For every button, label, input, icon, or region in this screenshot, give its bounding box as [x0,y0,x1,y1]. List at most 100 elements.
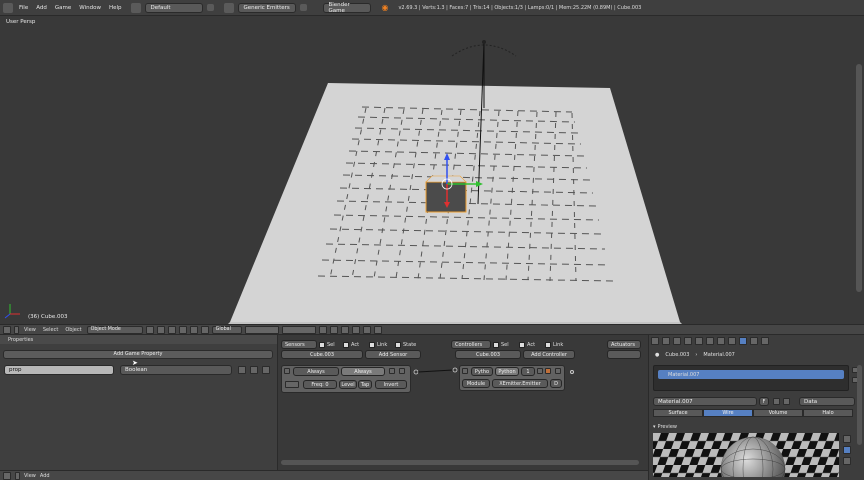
3d-viewport[interactable]: User Persp (36) Cube.003 [0,16,864,324]
object-tab-icon[interactable] [695,337,703,345]
link-data-selector[interactable]: Data [799,397,855,406]
material-slot-item[interactable]: Material.007 [658,370,844,379]
preview-cube-icon[interactable] [843,457,851,465]
controllers-filter-sel[interactable]: Sel [493,340,509,349]
mode-selector[interactable]: Object Mode [86,325,143,334]
editor-type-icon[interactable] [3,325,11,334]
controller-name-field[interactable]: Python [495,367,519,376]
manipulator-icon[interactable] [167,325,176,334]
scene-icon[interactable] [224,2,235,13]
layer-grid-icon[interactable] [244,325,279,334]
sensors-object-button[interactable]: Cube.003 [281,350,363,359]
menu-view[interactable]: View [22,327,38,333]
sensor-invert-toggle[interactable]: Invert [375,380,407,389]
menu-help[interactable]: Help [107,5,124,11]
collapse-menus-icon[interactable] [14,325,19,334]
constraints-tab-icon[interactable] [706,337,714,345]
add-sensor-button[interactable]: Add Sensor [365,350,421,359]
scene-selector[interactable]: Generic Emitters [238,2,297,13]
translate-icon[interactable] [178,325,187,334]
fake-user-button[interactable]: F [759,397,769,406]
menu-file[interactable]: File [17,5,30,11]
controller-state-field[interactable]: 1 [521,367,535,376]
controllers-object-button[interactable]: Cube.003 [455,350,521,359]
close-scene-icon[interactable] [300,4,308,11]
logic-menu-add[interactable]: Add [40,473,50,479]
controller-remove-icon[interactable] [545,368,551,374]
sensor-freq-field[interactable]: Freq: 0 [303,380,337,389]
sensor-name-field[interactable]: Always [341,367,385,376]
data-tab-icon[interactable] [728,337,736,345]
preview-flat-icon[interactable] [843,435,851,443]
sensors-filter-state[interactable]: State [395,340,416,349]
properties-scrollbar[interactable] [857,365,862,445]
toolshelf-scrollbar[interactable] [856,64,862,292]
snap-target-icon[interactable] [351,325,360,334]
controller-module-field[interactable]: XEmitter.Emitter [492,379,548,388]
new-material-icon[interactable] [773,398,780,405]
layers-tab-icon[interactable] [662,337,670,345]
preview-panel-header[interactable]: ▾ Preview [653,422,677,431]
sensors-filter-link[interactable]: Link [369,340,387,349]
sensor-level-toggle[interactable]: Level [339,380,357,389]
controllers-filter-act[interactable]: Act [519,340,535,349]
shading-icon[interactable] [145,325,154,334]
proportional-edit-icon[interactable] [329,325,338,334]
modifiers-tab-icon[interactable] [717,337,725,345]
controller-close-icon[interactable] [555,368,561,374]
sensor-tap-toggle[interactable]: Tap [358,380,372,389]
scene-tab-icon[interactable] [673,337,681,345]
tab-volume[interactable]: Volume [753,409,803,417]
sensor-pin-icon[interactable] [389,368,395,374]
info-editor-icon[interactable] [3,2,13,13]
physics-tab-icon[interactable] [761,337,769,345]
properties-header[interactable]: Properties [0,335,277,344]
controller-pin-icon[interactable] [537,368,543,374]
add-game-property-button[interactable]: Add Game Property [3,350,273,359]
tab-halo[interactable]: Halo [803,409,853,417]
render-engine-selector[interactable]: Blender Game [323,2,372,14]
sensor-type-selector[interactable]: Always [293,367,339,376]
material-slot-list[interactable]: Material.007 [653,365,849,391]
orientation-selector[interactable]: Global [211,325,242,334]
property-value-checkbox[interactable] [238,366,246,374]
menu-object[interactable]: Object [63,327,83,333]
layer-grid-icon-2[interactable] [281,325,316,334]
close-layout-icon[interactable] [207,4,215,11]
material-tab-icon[interactable] [739,337,747,345]
controller-mode-selector[interactable]: Module [462,379,490,388]
sensors-menu[interactable]: Sensors [281,340,317,349]
preview-sphere-icon[interactable] [843,446,851,454]
menu-window[interactable]: Window [77,5,103,11]
screen-layout-icon[interactable] [131,2,142,13]
logic-menu-view[interactable]: View [24,473,36,479]
lock-icon[interactable] [318,325,327,334]
add-controller-button[interactable]: Add Controller [523,350,575,359]
pivot-icon[interactable] [156,325,165,334]
sensor-collapse-icon[interactable] [284,368,290,374]
controller-debug-toggle[interactable]: D [550,379,562,388]
sensor-pulse-icon[interactable] [285,381,299,388]
actuators-object-button[interactable] [607,350,641,359]
controller-collapse-icon[interactable] [462,368,468,374]
logic-editor-type-icon[interactable] [3,471,11,480]
controller-type-selector[interactable]: Pytho [471,367,493,376]
logic-horizontal-scrollbar[interactable] [281,460,639,465]
viewport-scene[interactable] [0,16,864,324]
sensor-remove-icon[interactable] [399,368,405,374]
actuators-menu[interactable]: Actuators [607,340,641,349]
material-name-field[interactable]: Material.007 [653,397,757,406]
pin-icon[interactable]: ● [655,352,659,358]
property-remove-icon[interactable] [262,366,270,374]
scale-icon[interactable] [200,325,209,334]
menu-game[interactable]: Game [53,5,73,11]
unlink-material-icon[interactable] [783,398,790,405]
logic-editor[interactable]: Sensors Sel Act Link State Cube.003 Add … [279,335,647,470]
sensors-filter-sel[interactable]: Sel [319,340,335,349]
menu-add[interactable]: Add [34,5,49,11]
world-tab-icon[interactable] [684,337,692,345]
snap-icon[interactable] [340,325,349,334]
render-tab-icon[interactable] [651,337,659,345]
logic-collapse-icon[interactable] [15,471,20,480]
property-debug-icon[interactable] [250,366,258,374]
